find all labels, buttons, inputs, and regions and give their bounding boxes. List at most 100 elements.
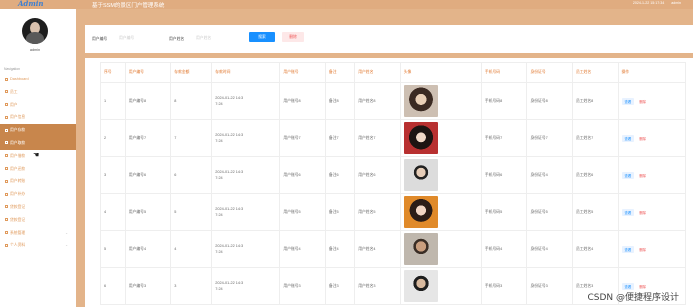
- top-user-link[interactable]: admin: [671, 1, 681, 5]
- delete-button[interactable]: 删除: [636, 246, 649, 253]
- view-button[interactable]: 查看: [621, 282, 635, 290]
- column-header[interactable]: 用户编号: [124, 62, 172, 83]
- cell-note: 备注8: [324, 82, 356, 120]
- cell-account: 用户账号8: [279, 82, 326, 120]
- watermark: CSDN @便捷程序设计: [587, 293, 679, 303]
- view-button[interactable]: 查看: [621, 208, 635, 216]
- menu-item-icon: [5, 243, 8, 247]
- delete-button[interactable]: 删除: [636, 283, 649, 290]
- view-button[interactable]: 查看: [621, 134, 635, 142]
- delete-button[interactable]: 删除: [636, 172, 649, 179]
- cell-user-code: 用户编号3: [124, 267, 172, 305]
- user-code-label: 用户编号: [92, 37, 108, 41]
- cell-id-number: 身份证号4: [526, 230, 573, 268]
- sidebar-item-label: 个人资料: [10, 243, 26, 248]
- column-header[interactable]: 用户姓名: [354, 62, 401, 83]
- app-logo[interactable]: Admin: [18, 0, 43, 8]
- sidebar-item[interactable]: 员工: [0, 86, 76, 99]
- sidebar-item[interactable]: Dashboard: [0, 73, 76, 86]
- sidebar-item[interactable]: 用户补办: [0, 188, 76, 201]
- sidebar-item[interactable]: 系统管理 ⌄: [0, 227, 76, 240]
- column-header[interactable]: 备注: [324, 62, 356, 83]
- search-button[interactable]: 搜索: [249, 32, 275, 42]
- cell-account: 用户账号7: [279, 119, 326, 157]
- column-header[interactable]: 手机号码: [480, 62, 528, 83]
- user-name-label: 用户姓名: [169, 37, 185, 41]
- cell-avatar: [399, 156, 482, 194]
- sidebar-item[interactable]: 用户存款: [0, 124, 76, 137]
- cell-phone: 手机号码5: [480, 193, 528, 231]
- sidebar-item[interactable]: 用户还款: [0, 163, 76, 176]
- data-table-panel: 序号 用户编号 存款金额 存款时间 用户账号 备注 用户姓名 头像 手机号码 身份证号 员工姓名 操作…: [85, 58, 693, 307]
- cell-deposit-time: 2024-01-22 14:3 7:24: [211, 156, 281, 194]
- cell-note: 备注3: [324, 267, 356, 305]
- sidebar-item-label: 用户信息: [10, 115, 26, 120]
- sidebar-item[interactable]: 用户信息: [0, 111, 76, 124]
- cell-index: 3: [100, 156, 126, 194]
- sidebar-item[interactable]: 贷款登记: [0, 214, 76, 227]
- cell-user-name: 用户姓名3: [354, 267, 401, 305]
- menu-item-icon: [5, 115, 8, 119]
- sidebar-item[interactable]: 个人资料 ⌄: [0, 239, 76, 252]
- cell-actions: 查看 删除: [617, 82, 686, 120]
- avatar-photo[interactable]: [403, 233, 438, 265]
- cell-amount: 6: [170, 156, 213, 194]
- avatar-photo[interactable]: [403, 196, 438, 228]
- view-button[interactable]: 查看: [621, 97, 635, 105]
- sidebar-item-label: 员工: [10, 89, 18, 94]
- delete-button[interactable]: 删除: [636, 209, 649, 216]
- user-name-input[interactable]: 用户姓名: [196, 36, 242, 41]
- sidebar-item[interactable]: 用户取款: [0, 136, 76, 150]
- cell-amount: 5: [170, 193, 213, 231]
- sidebar-item[interactable]: 用户: [0, 99, 76, 112]
- cell-index: 1: [100, 82, 126, 120]
- delete-button[interactable]: 删除: [636, 98, 649, 105]
- column-header[interactable]: 操作: [617, 62, 686, 83]
- user-code-input[interactable]: 用户编号: [119, 36, 165, 41]
- delete-button[interactable]: 删除: [636, 135, 649, 142]
- column-header[interactable]: 序号: [100, 62, 126, 83]
- cell-index: 5: [100, 230, 126, 268]
- mouse-pointer-icon: ☚: [33, 152, 40, 159]
- cell-avatar: [399, 230, 482, 268]
- cell-staff-name: 员工姓名4: [571, 230, 619, 268]
- cell-user-code: 用户编号5: [124, 193, 172, 231]
- view-button[interactable]: 查看: [621, 171, 635, 179]
- avatar-photo[interactable]: [403, 270, 438, 302]
- sidebar-item-label: 用户存款: [10, 128, 26, 133]
- avatar-photo[interactable]: [403, 85, 438, 117]
- menu-item-icon: [5, 167, 8, 171]
- cell-phone: 手机号码4: [480, 230, 528, 268]
- sidebar-item[interactable]: 用户转账: [0, 175, 76, 188]
- cell-user-name: 用户姓名5: [354, 193, 401, 231]
- menu-item-icon: [5, 179, 8, 183]
- sidebar: admin Navigation Dashboard 员工 用户 用户信息 用户存款 用户…: [0, 9, 76, 307]
- cell-avatar: [399, 119, 482, 157]
- avatar-photo[interactable]: [403, 122, 438, 154]
- cell-staff-name: 员工姓名8: [571, 82, 619, 120]
- column-header[interactable]: 存款时间: [211, 62, 281, 83]
- cell-index: 4: [100, 193, 126, 231]
- column-header[interactable]: 身份证号: [526, 62, 573, 83]
- cell-deposit-time: 2024-01-22 14:3 7:24: [211, 267, 281, 305]
- avatar-photo[interactable]: [403, 159, 438, 191]
- sidebar-item[interactable]: 贷款登记: [0, 201, 76, 214]
- column-header[interactable]: 头像: [399, 62, 482, 83]
- column-header[interactable]: 用户账号: [279, 62, 326, 83]
- navigation-label: Navigation: [4, 67, 21, 71]
- menu-item-icon: [5, 231, 8, 235]
- search-panel: 用户编号 用户编号 用户姓名 用户姓名 搜索 删除: [85, 25, 693, 53]
- cell-staff-name: 员工姓名7: [571, 119, 619, 157]
- sidebar-item-label: 用户借款: [10, 153, 26, 158]
- cell-amount: 3: [170, 267, 213, 305]
- cell-user-code: 用户编号7: [124, 119, 172, 157]
- batch-delete-button[interactable]: 删除: [282, 32, 304, 42]
- cell-deposit-time: 2024-01-22 14:3 7:24: [211, 230, 281, 268]
- column-header[interactable]: 员工姓名: [571, 62, 619, 83]
- menu-item-icon: [5, 154, 8, 158]
- column-header[interactable]: 存款金额: [170, 62, 213, 83]
- table-row: 1 用户编号8 8 2024-01-22 14:3 7:24 用户账号8 备注8 用户姓名8 手…: [100, 82, 686, 120]
- view-button[interactable]: 查看: [621, 245, 635, 253]
- cell-deposit-time: 2024-01-22 14:3 7:24: [211, 82, 281, 120]
- cell-user-code: 用户编号6: [124, 156, 172, 194]
